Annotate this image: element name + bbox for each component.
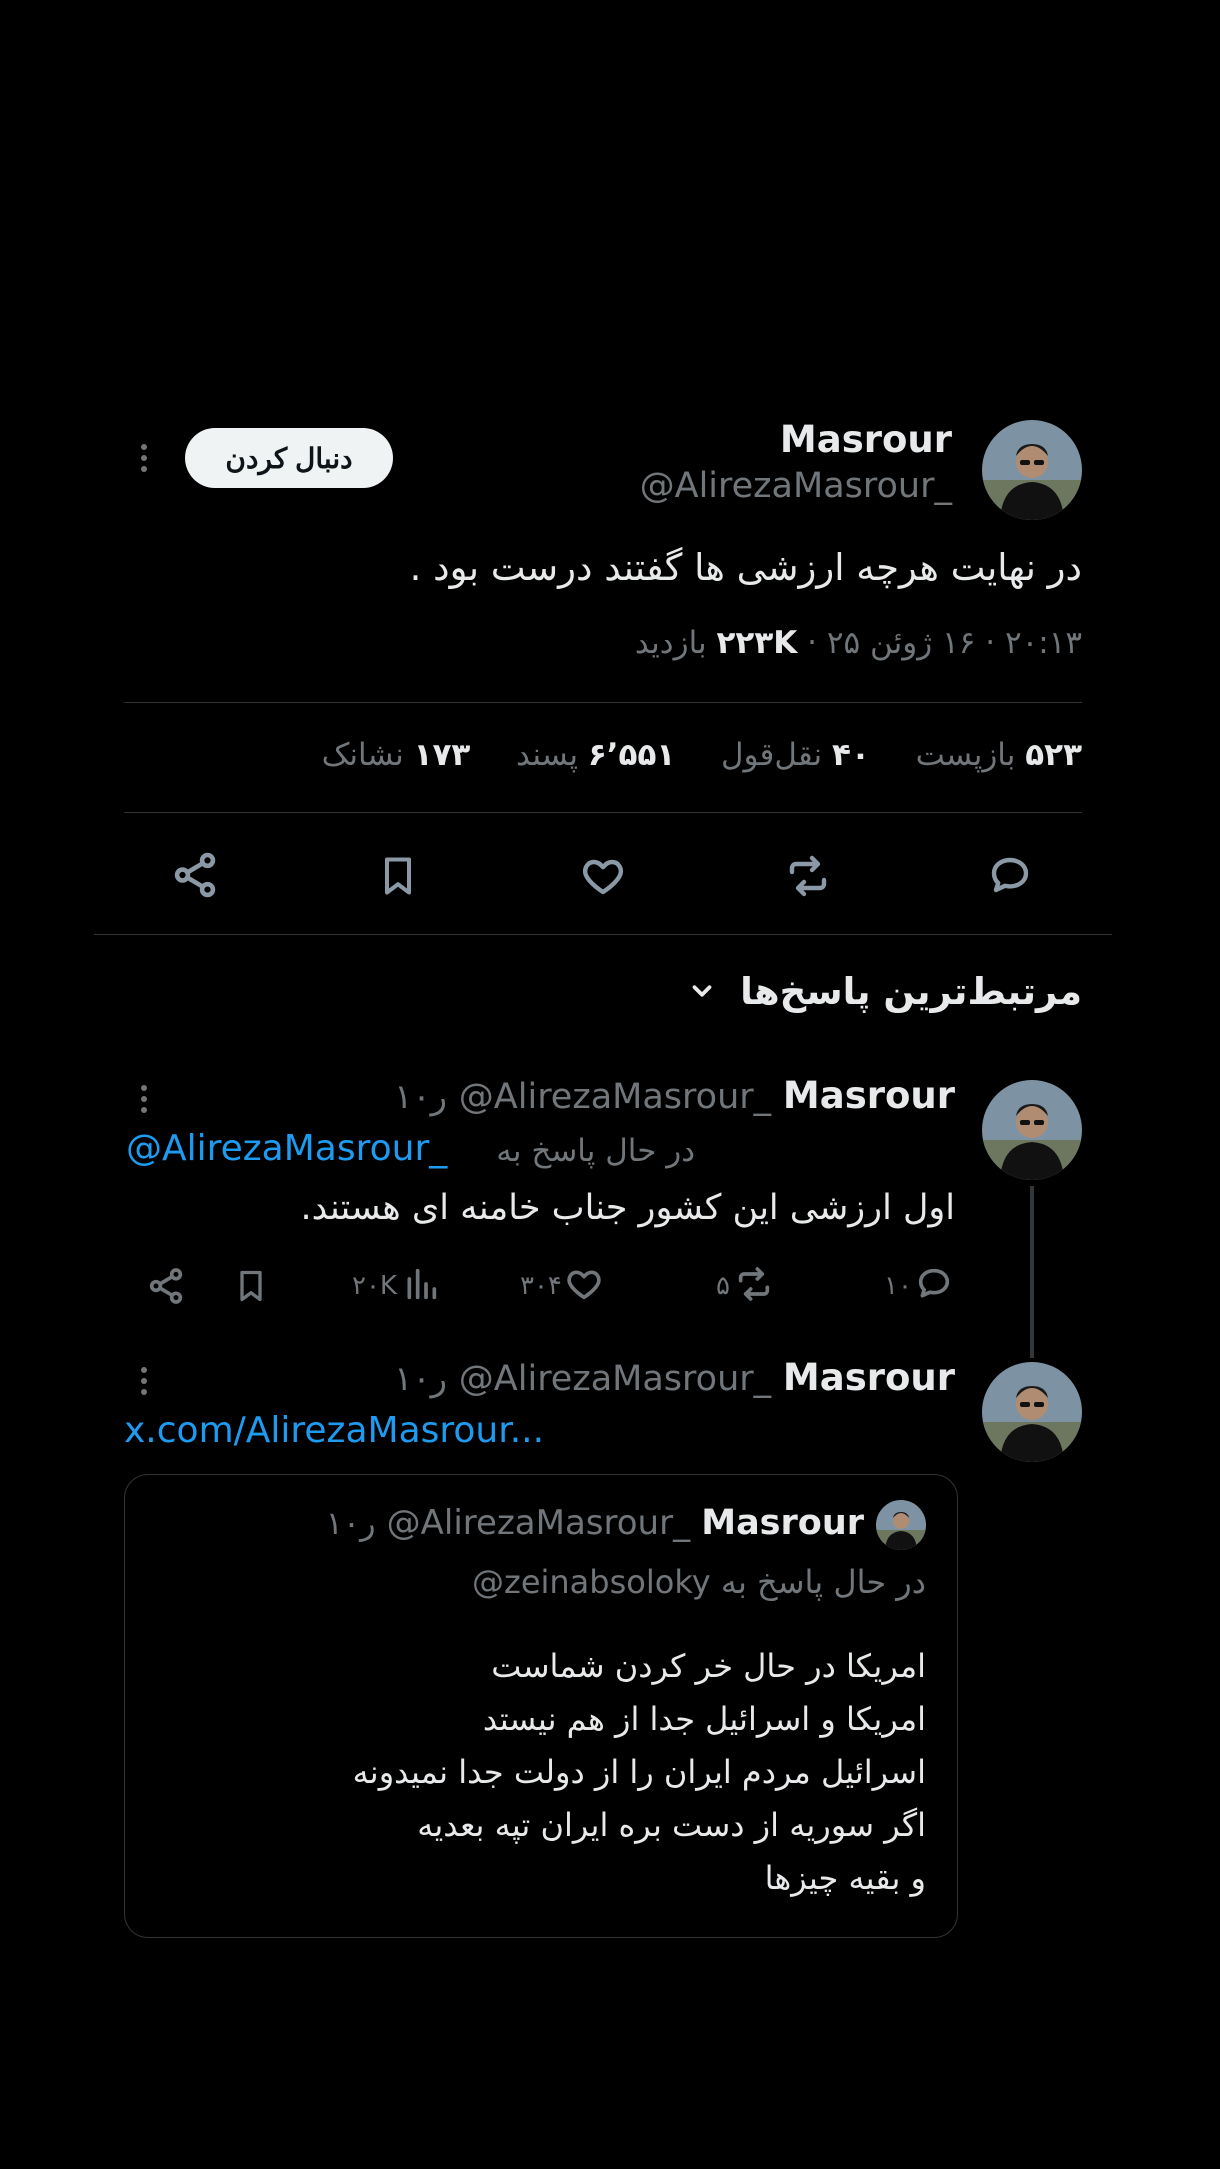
- post-time: ۲۰:۱۳: [1004, 625, 1082, 661]
- quoted-text-line: اسرائیل مردم ایران را از دولت جدا نمیدون…: [352, 1753, 926, 1791]
- like-icon: [564, 1264, 604, 1308]
- reply-avatar[interactable]: [982, 1080, 1082, 1180]
- quoted-header: ۱۰ر @AlirezaMasrour_ Masrour: [326, 1503, 864, 1543]
- thread-line: [1030, 1186, 1034, 1358]
- quoted-text-line: امریکا در حال خر کردن شماست: [491, 1647, 926, 1685]
- bookmarks-stat[interactable]: ۱۷۳ نشانک: [322, 737, 471, 773]
- quoted-replying-to-prefix: در حال پاسخ به: [720, 1563, 926, 1601]
- views-icon: [401, 1264, 441, 1308]
- repost-icon: [732, 1264, 776, 1308]
- views-action[interactable]: ۲۰K: [352, 1264, 441, 1308]
- replying-to-handle[interactable]: @AlirezaMasrour_: [126, 1128, 447, 1169]
- like-action[interactable]: ۳۰۴: [520, 1264, 604, 1308]
- chevron-down-icon: [687, 972, 717, 1015]
- reply-author-name[interactable]: Masrour: [783, 1356, 955, 1399]
- reply-age: ۱۰ر: [394, 1359, 448, 1399]
- divider: [124, 702, 1082, 703]
- replying-to: در حال پاسخ به: [496, 1133, 695, 1169]
- author-handle[interactable]: @AlirezaMasrour_: [640, 466, 952, 506]
- quoted-author-name: Masrour: [701, 1503, 864, 1543]
- quotes-stat[interactable]: ۴۰ نقل‌قول: [721, 737, 870, 773]
- reposts-stat[interactable]: ۵۲۳ بازپست: [916, 737, 1082, 773]
- views-label: بازدید: [634, 625, 707, 661]
- quoted-replying-to: @zeinabsoloky در حال پاسخ به: [472, 1563, 926, 1601]
- more-icon[interactable]: [140, 1085, 148, 1118]
- quoted-replying-to-handle: @zeinabsoloky: [472, 1563, 711, 1601]
- reply-header: ۱۰ر @AlirezaMasrour_ Masrour: [394, 1074, 955, 1117]
- divider: [94, 934, 1112, 935]
- reply-author-name[interactable]: Masrour: [783, 1074, 955, 1117]
- repost-action[interactable]: ۵: [716, 1264, 776, 1308]
- divider: [124, 812, 1082, 813]
- reply-avatar[interactable]: [982, 1362, 1082, 1462]
- quoted-text-line: امریکا و اسرائیل جدا از هم نیستد: [482, 1700, 926, 1738]
- reply-handle[interactable]: @AlirezaMasrour_: [459, 1077, 771, 1117]
- bookmark-icon[interactable]: [233, 1264, 269, 1308]
- follow-button[interactable]: دنبال کردن: [185, 428, 393, 488]
- likes-stat[interactable]: ۶٬۵۵۱ پسند: [516, 737, 675, 773]
- reply-text: اول ارزشی این کشور جناب خامنه ای هستند.: [300, 1188, 955, 1228]
- bookmark-icon[interactable]: [376, 850, 420, 902]
- quoted-age: ۱۰ر: [325, 1504, 376, 1542]
- author-name[interactable]: Masrour: [780, 418, 952, 461]
- more-icon[interactable]: [140, 444, 148, 477]
- replies-sort-dropdown[interactable]: مرتبط‌ترین پاسخ‌ها: [687, 970, 1082, 1015]
- reply-header: ۱۰ر @AlirezaMasrour_ Masrour: [394, 1356, 955, 1399]
- share-icon[interactable]: [170, 850, 220, 900]
- replies-sort-label: مرتبط‌ترین پاسخ‌ها: [740, 970, 1082, 1013]
- reply-age: ۱۰ر: [394, 1077, 448, 1117]
- repost-icon[interactable]: [782, 852, 834, 900]
- quoted-text-line: اگر سوریه از دست بره ایران تپه بعدیه: [417, 1806, 926, 1844]
- views-count: ۲۲۳K: [716, 625, 798, 661]
- quoted-handle: @AlirezaMasrour_: [386, 1503, 691, 1543]
- quoted-avatar: [876, 1500, 926, 1550]
- post-date: ۱۶ ژوئن ۲۵: [826, 625, 976, 661]
- author-avatar[interactable]: [982, 420, 1082, 520]
- more-icon[interactable]: [140, 1367, 148, 1400]
- post-stats: ۵۲۳ بازپست ۴۰ نقل‌قول ۶٬۵۵۱ پسند ۱۷۳ نشا…: [322, 737, 1082, 773]
- reply-action[interactable]: ۱۰: [884, 1264, 954, 1308]
- quoted-text-line: و بقیه چیزها: [764, 1859, 926, 1897]
- reply-icon[interactable]: [986, 852, 1034, 900]
- reply-icon: [914, 1264, 954, 1308]
- quoted-text: امریکا در حال خر کردن شماست امریکا و اسر…: [353, 1640, 926, 1905]
- post-text: در نهایت هرچه ارزشی ها گفتند درست بود .: [409, 546, 1082, 589]
- reply-handle[interactable]: @AlirezaMasrour_: [459, 1359, 771, 1399]
- reply-link[interactable]: x.com/AlirezaMasrour...: [124, 1410, 544, 1451]
- post-meta: ۲۰:۱۳ · ۱۶ ژوئن ۲۵ · ۲۲۳K بازدید: [634, 625, 1082, 661]
- share-icon[interactable]: [146, 1266, 186, 1306]
- like-icon[interactable]: [579, 852, 627, 900]
